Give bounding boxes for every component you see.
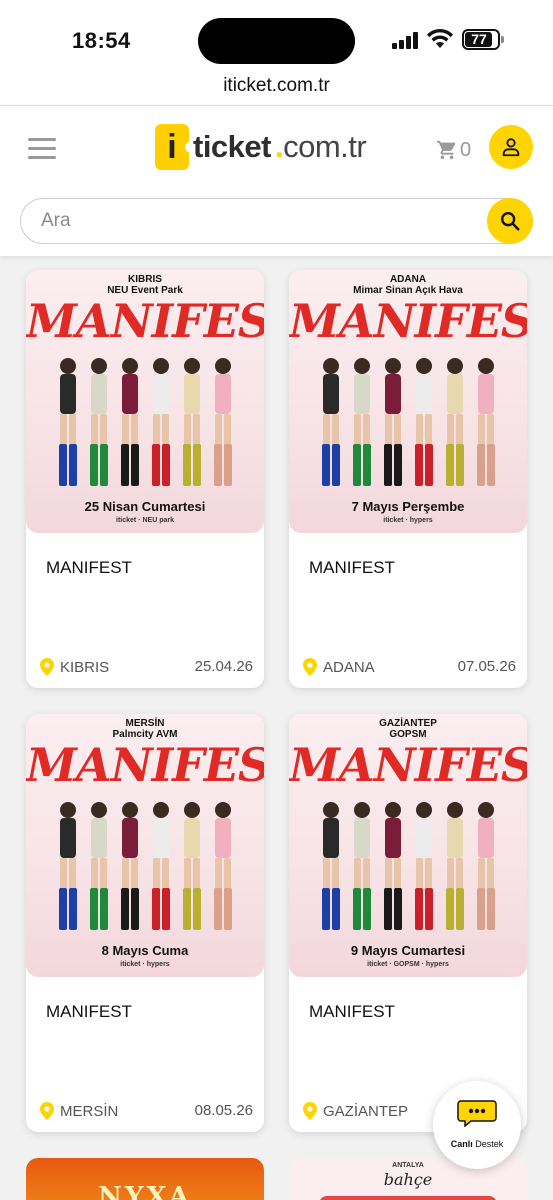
location-pin-icon	[303, 658, 317, 676]
poster-city: ADANA Mimar Sinan Açık Hava	[353, 274, 463, 296]
user-icon	[502, 138, 520, 157]
event-location-label: MERSİN	[60, 1102, 119, 1120]
event-location: GAZİANTEP	[303, 1102, 408, 1120]
poster-title: MANIFEST	[289, 738, 527, 792]
battery-icon: 77	[462, 29, 504, 50]
hamburger-menu-icon[interactable]	[28, 138, 56, 160]
site-logo[interactable]: i ticket. com.tr	[155, 124, 367, 170]
poster-artists-illustration	[59, 358, 232, 486]
location-pin-icon	[303, 1102, 317, 1120]
poster-date: 8 Mayıs Cuma	[101, 943, 189, 958]
live-support-label: Canlı Destek	[450, 1139, 504, 1149]
poster-city: KIBRIS NEU Event Park	[107, 274, 183, 296]
poster-title: MANIFEST	[26, 294, 264, 348]
event-date: 08.05.26	[194, 1102, 253, 1119]
cellular-signal-icon	[392, 32, 418, 49]
event-card[interactable]: ADANAMimar Sinan Açık Hava MANIFEST 7 Ma…	[289, 270, 527, 688]
search-icon	[501, 212, 520, 231]
poster-artists-illustration	[59, 802, 232, 930]
partial-poster-title: NYXA	[98, 1182, 192, 1200]
wifi-icon	[427, 28, 453, 48]
event-card[interactable]: MERSİNPalmcity AVM MANIFEST 8 Mayıs Cuma…	[26, 714, 264, 1132]
poster-sponsors: iticket · GOPSM · hypers	[367, 961, 449, 968]
poster-date: 7 Mayıs Perşembe	[351, 499, 465, 514]
event-card-partial[interactable]: NYXA	[26, 1158, 264, 1200]
poster-city: MERSİN Palmcity AVM	[112, 718, 178, 740]
event-card[interactable]: KIBRISNEU Event Park MANIFEST 25 Nisan C…	[26, 270, 264, 688]
event-name: MANIFEST	[46, 1002, 132, 1021]
poster-title: MANIFEST	[289, 294, 527, 348]
event-name: MANIFEST	[309, 1002, 395, 1021]
browser-url: iticket.com.tr	[223, 75, 330, 96]
event-location: MERSİN	[40, 1102, 118, 1120]
cart-button[interactable]: 0	[436, 136, 476, 164]
battery-level: 77	[471, 31, 487, 47]
poster-date: 25 Nisan Cumartesi	[84, 499, 206, 514]
event-poster: KIBRISNEU Event Park MANIFEST 25 Nisan C…	[26, 270, 264, 533]
logo-text: ticket	[193, 129, 271, 164]
browser-url-bar[interactable]: iticket.com.tr	[0, 72, 553, 106]
event-location-label: GAZİANTEP	[323, 1102, 409, 1120]
search-bar	[20, 198, 533, 244]
event-name: MANIFEST	[309, 558, 395, 577]
event-name: MANIFEST	[46, 558, 132, 577]
location-pin-icon	[40, 1102, 54, 1120]
user-account-button[interactable]	[489, 125, 533, 169]
partial-poster-graphic	[319, 1196, 497, 1200]
event-poster: GAZİANTEPGOPSM MANIFEST 9 Mayıs Cumartes…	[289, 714, 527, 977]
event-location-label: ADANA	[323, 658, 375, 676]
logo-dot: .	[274, 129, 284, 164]
event-location: KIBRIS	[40, 658, 109, 676]
status-time: 18:54	[72, 28, 131, 53]
chat-bubble-icon	[457, 1100, 497, 1127]
live-support-button[interactable]: Canlı Destek	[433, 1081, 521, 1169]
status-bar: 18:54 77	[0, 0, 553, 72]
poster-city: GAZİANTEP GOPSM	[379, 718, 437, 740]
search-button[interactable]	[487, 198, 533, 244]
event-card[interactable]: GAZİANTEPGOPSM MANIFEST 9 Mayıs Cumartes…	[289, 714, 527, 1132]
poster-date: 9 Mayıs Cumartesi	[350, 943, 466, 958]
poster-artists-illustration	[322, 802, 495, 930]
event-poster: MERSİNPalmcity AVM MANIFEST 8 Mayıs Cuma…	[26, 714, 264, 977]
logo-tld: com.tr	[283, 129, 367, 164]
cart-icon	[436, 140, 456, 160]
poster-artists-illustration	[322, 358, 495, 486]
event-date: 07.05.26	[457, 658, 516, 675]
dynamic-island	[198, 18, 355, 64]
search-input[interactable]	[41, 199, 481, 243]
site-header: i ticket. com.tr 0	[0, 106, 553, 256]
poster-sponsors: iticket · hypers	[383, 517, 433, 524]
event-location: ADANA	[303, 658, 375, 676]
cart-count: 0	[460, 138, 472, 161]
partial-poster-title: bahçe	[383, 1170, 433, 1189]
poster-sponsors: iticket · hypers	[120, 961, 170, 968]
logo-icon: i	[155, 124, 193, 170]
poster-title: MANIFEST	[26, 738, 264, 792]
event-location-label: KIBRIS	[60, 658, 110, 676]
poster-sponsors: iticket · NEU park	[116, 517, 174, 524]
event-poster: ADANAMimar Sinan Açık Hava MANIFEST 7 Ma…	[289, 270, 527, 533]
location-pin-icon	[40, 658, 54, 676]
event-date: 25.04.26	[194, 658, 253, 675]
